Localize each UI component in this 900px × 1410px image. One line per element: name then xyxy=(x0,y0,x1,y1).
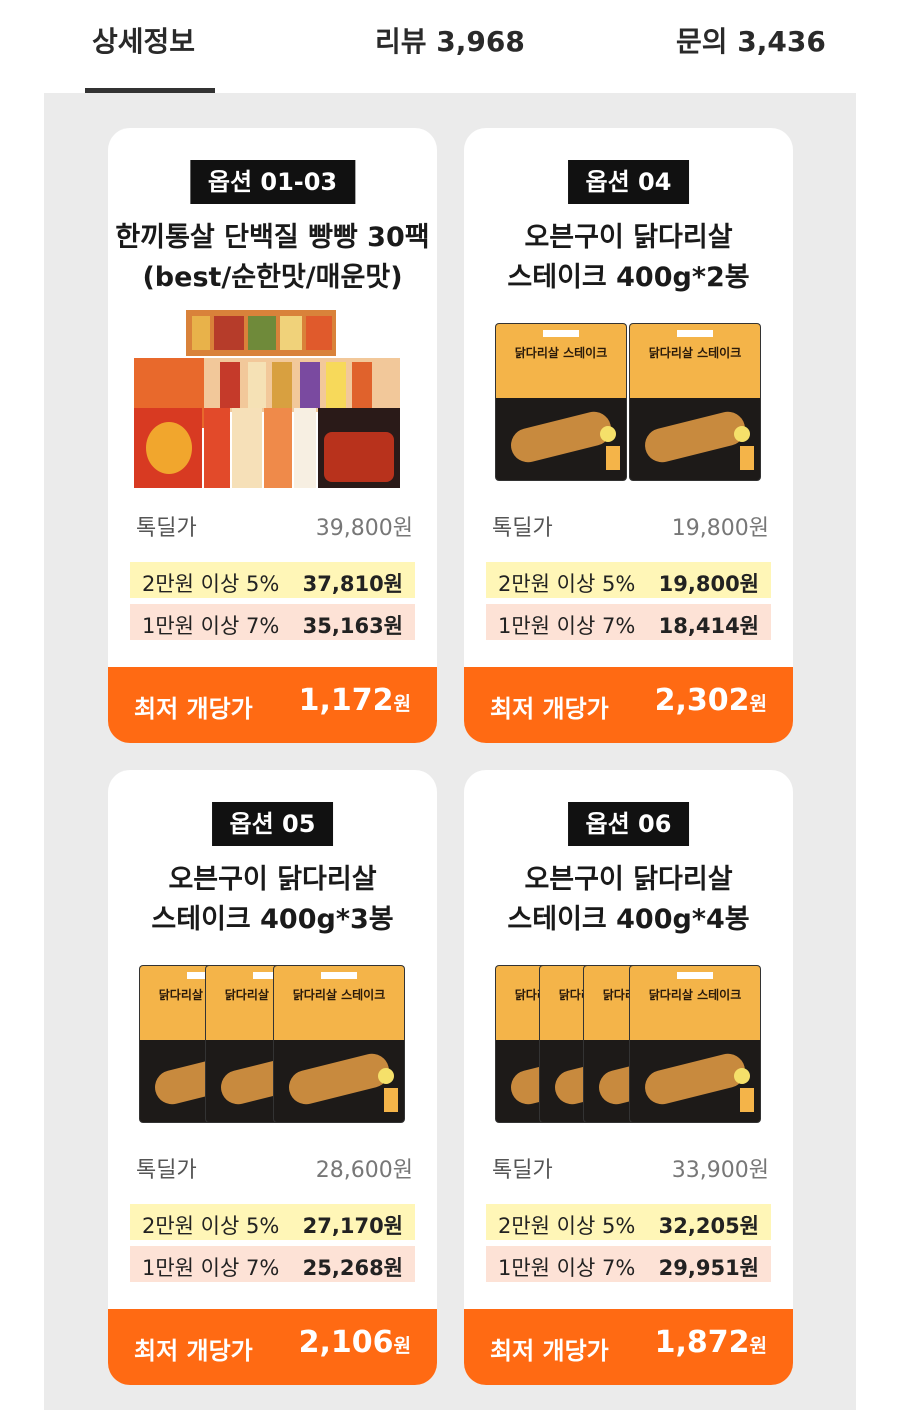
discount-price: 32,205원 xyxy=(658,1214,759,1238)
base-price-row: 톡딜가 39,800원 xyxy=(132,510,413,542)
base-price-row: 톡딜가 19,800원 xyxy=(488,510,769,542)
discount-row-5: 2만원 이상 5% 27,170원 xyxy=(130,1204,415,1240)
product-title: 오븐구이 닭다리살 스테이크 400g*4봉 xyxy=(507,864,750,935)
discount-price: 37,810원 xyxy=(302,572,403,596)
option-badge: 옵션 05 xyxy=(211,802,334,846)
product-image: 닭다리살 스테이크 닭다리살 스테이크 닭다리살 스테이크 xyxy=(124,952,421,1138)
discount-price: 29,951원 xyxy=(658,1256,759,1280)
discount-price: 18,414원 xyxy=(658,614,759,638)
lowest-unit-price-bar: 최저 개당가 1,872원 xyxy=(464,1309,793,1385)
base-price-label: 톡딜가 xyxy=(136,516,197,541)
option-badge: 옵션 06 xyxy=(567,802,690,846)
discount-price: 35,163원 xyxy=(302,614,403,638)
discount-row-5: 2만원 이상 5% 19,800원 xyxy=(486,562,771,598)
discount-label: 1만원 이상 7% xyxy=(142,1256,280,1280)
lowest-unit-price-bar: 최저 개당가 2,106원 xyxy=(108,1309,437,1385)
base-price-value: 19,800원 xyxy=(671,516,769,541)
discount-row-5: 2만원 이상 5% 32,205원 xyxy=(486,1204,771,1240)
unit-price-label: 최저 개당가 xyxy=(490,1337,609,1365)
base-price-row: 톡딜가 28,600원 xyxy=(132,1152,413,1184)
product-option-card[interactable]: 옵션 04 오븐구이 닭다리살 스테이크 400g*2봉 닭다리살 스테이크 닭… xyxy=(464,128,793,743)
unit-price-value: 2,106원 xyxy=(298,1325,411,1360)
base-price-row: 톡딜가 33,900원 xyxy=(488,1152,769,1184)
unit-price-label: 최저 개당가 xyxy=(134,1337,253,1365)
discount-label: 2만원 이상 5% xyxy=(498,1214,636,1238)
product-title: 오븐구이 닭다리살 스테이크 400g*3봉 xyxy=(151,864,394,935)
product-pack: 닭다리살 스테이크 xyxy=(496,324,626,480)
discount-row-7: 1만원 이상 7% 25,268원 xyxy=(130,1246,415,1282)
product-pack: 닭다리살 스테이크 xyxy=(630,324,760,480)
discount-label: 2만원 이상 5% xyxy=(142,572,280,596)
discount-label: 2만원 이상 5% xyxy=(142,1214,280,1238)
tab-detail-info[interactable]: 상세정보 xyxy=(92,20,195,64)
discount-label: 1만원 이상 7% xyxy=(142,614,280,638)
product-option-card[interactable]: 옵션 06 오븐구이 닭다리살 스테이크 400g*4봉 닭다리살 스테이크 닭… xyxy=(464,770,793,1385)
product-pack: 닭다리살 스테이크 xyxy=(630,966,760,1122)
discount-row-5: 2만원 이상 5% 37,810원 xyxy=(130,562,415,598)
discount-row-7: 1만원 이상 7% 29,951원 xyxy=(486,1246,771,1282)
base-price-label: 톡딜가 xyxy=(492,1158,553,1183)
product-pack: 닭다리살 스테이크 xyxy=(274,966,404,1122)
product-option-card[interactable]: 옵션 05 오븐구이 닭다리살 스테이크 400g*3봉 닭다리살 스테이크 닭… xyxy=(108,770,437,1385)
product-image: 닭다리살 스테이크 닭다리살 스테이크 닭다리살 스테이크 닭다리살 스테이크 xyxy=(480,952,777,1138)
product-image: 닭다리살 스테이크 닭다리살 스테이크 xyxy=(480,310,777,496)
discount-row-7: 1만원 이상 7% 18,414원 xyxy=(486,604,771,640)
base-price-label: 톡딜가 xyxy=(136,1158,197,1183)
lowest-unit-price-bar: 최저 개당가 2,302원 xyxy=(464,667,793,743)
discount-price: 27,170원 xyxy=(302,1214,403,1238)
unit-price-label: 최저 개당가 xyxy=(490,695,609,723)
tab-reviews[interactable]: 리뷰 3,968 xyxy=(375,20,525,64)
base-price-value: 33,900원 xyxy=(671,1158,769,1183)
base-price-label: 톡딜가 xyxy=(492,516,553,541)
option-badge: 옵션 04 xyxy=(567,160,690,204)
unit-price-value: 1,872원 xyxy=(654,1325,767,1360)
tab-inquiries[interactable]: 문의 3,436 xyxy=(676,20,826,64)
unit-price-label: 최저 개당가 xyxy=(134,695,253,723)
unit-price-value: 1,172원 xyxy=(298,683,411,718)
tab-bar: 상세정보 리뷰 3,968 문의 3,436 xyxy=(0,0,900,93)
base-price-value: 39,800원 xyxy=(315,516,413,541)
product-title: 한끼통살 단백질 빵빵 30팩 (best/순한맛/매운맛) xyxy=(115,222,430,293)
discount-label: 2만원 이상 5% xyxy=(498,572,636,596)
lowest-unit-price-bar: 최저 개당가 1,172원 xyxy=(108,667,437,743)
discount-label: 1만원 이상 7% xyxy=(498,614,636,638)
discount-price: 25,268원 xyxy=(302,1256,403,1280)
product-option-card[interactable]: 옵션 01-03 한끼통살 단백질 빵빵 30팩 (best/순한맛/매운맛) … xyxy=(108,128,437,743)
unit-price-value: 2,302원 xyxy=(654,683,767,718)
base-price-value: 28,600원 xyxy=(315,1158,413,1183)
option-badge: 옵션 01-03 xyxy=(189,160,356,204)
discount-price: 19,800원 xyxy=(658,572,759,596)
discount-label: 1만원 이상 7% xyxy=(498,1256,636,1280)
product-image xyxy=(124,310,421,496)
product-title: 오븐구이 닭다리살 스테이크 400g*2봉 xyxy=(507,222,750,293)
discount-row-7: 1만원 이상 7% 35,163원 xyxy=(130,604,415,640)
